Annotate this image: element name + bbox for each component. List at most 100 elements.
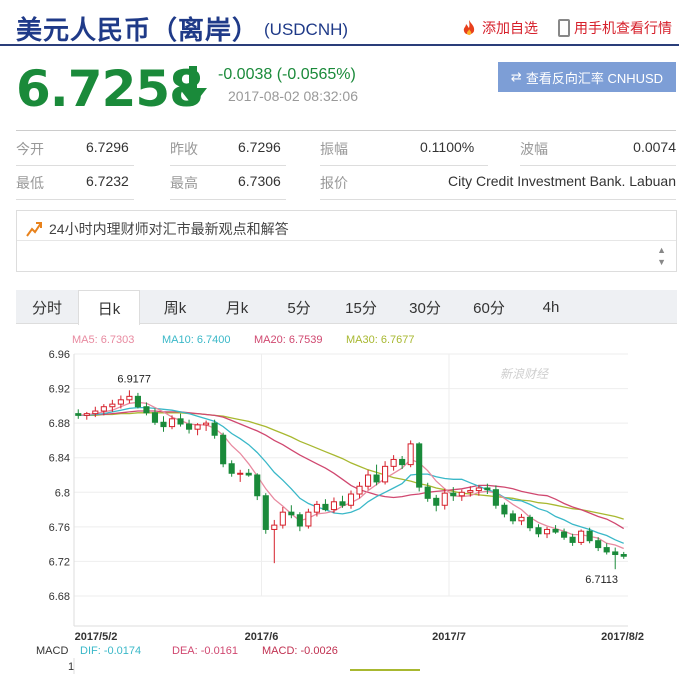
stat-value: 0.1100%: [420, 139, 475, 155]
tab-daily[interactable]: 日k: [78, 290, 140, 325]
candle-body: [569, 536, 576, 543]
candle-body: [390, 458, 397, 467]
candle-body: [484, 487, 491, 491]
add-favorite-button[interactable]: 添加自选: [460, 18, 538, 38]
y-tick-label: 6.76: [49, 522, 70, 534]
advisor-opinion-title: 24小时内理财师对汇市最新观点和解答: [49, 221, 289, 237]
mobile-view-button[interactable]: 用手机查看行情: [558, 18, 672, 38]
page-title: 美元人民币（离岸）: [16, 16, 260, 46]
tab-intraday[interactable]: 分时: [16, 290, 78, 324]
stat-label: 波幅: [520, 141, 548, 157]
candle-body: [416, 443, 423, 488]
quote-source: City Credit Investment Bank. Labuan: [447, 173, 676, 189]
macd-value: MACD: -0.0026: [262, 645, 338, 657]
stat-label: 最低: [16, 175, 44, 191]
candle-body: [458, 491, 465, 497]
tab-4h[interactable]: 4h: [520, 290, 582, 324]
stat-value: 6.7232: [86, 173, 129, 189]
high-annotation: 6.9177: [117, 373, 151, 385]
macd-title: MACD: [36, 645, 68, 657]
candle-body: [322, 503, 329, 511]
y-tick-label: 6.72: [49, 556, 70, 568]
watermark: 新浪财经: [500, 367, 550, 381]
candle-body: [151, 412, 159, 423]
tab-15min[interactable]: 15分: [330, 290, 392, 324]
legend-ma20: MA20: 6.7539: [254, 334, 323, 346]
stat-value: 6.7296: [238, 139, 281, 155]
price-change: -0.0038 (-0.0565%): [218, 66, 356, 83]
kline-chart-area[interactable]: MA5: 6.7303 MA10: 6.7400 MA20: 6.7539 MA30:…: [0, 326, 679, 674]
candle-body: [561, 531, 568, 538]
divider: [17, 240, 676, 241]
mobile-view-label: 用手机查看行情: [574, 20, 672, 36]
candle-body: [339, 501, 346, 506]
candle-body: [83, 413, 90, 416]
x-tick-label: 2017/8/2: [601, 631, 644, 643]
divider: [320, 199, 676, 200]
current-price: 6.7258: [16, 60, 204, 118]
price-section: 6.7258 -0.0038 (-0.0565%) 2017-08-02 08:…: [0, 48, 679, 118]
reverse-rate-button[interactable]: ⇄ 查看反向汇率 CNHUSD: [498, 62, 676, 92]
kline-chart[interactable]: MA5: 6.7303 MA10: 6.7400 MA20: 6.7539 MA30:…: [0, 326, 679, 674]
tab-60min[interactable]: 60分: [458, 290, 520, 324]
x-tick-label: 2017/7: [432, 631, 466, 643]
candle-body: [92, 410, 99, 415]
ma10-line: [78, 406, 624, 544]
phone-icon: [558, 19, 570, 37]
candle-body: [177, 418, 184, 425]
stat-value: 0.0074: [633, 139, 676, 155]
trend-icon: [26, 222, 42, 237]
candle-body: [211, 422, 218, 436]
candle-body: [424, 486, 431, 499]
candle-body: [467, 490, 474, 493]
tab-monthly[interactable]: 月k: [206, 290, 268, 324]
legend-ma30: MA30: 6.7677: [346, 334, 415, 346]
candle-body: [330, 501, 338, 511]
stat-value: 6.7296: [86, 139, 129, 155]
candle-body: [288, 511, 295, 516]
candle-body: [262, 495, 269, 530]
macd-dif: DIF: -0.0174: [80, 645, 141, 657]
legend-ma5: MA5: 6.7303: [72, 334, 134, 346]
swap-icon: ⇄: [510, 69, 522, 84]
candle-body: [450, 492, 457, 497]
divider: [16, 199, 134, 200]
candle-body: [526, 516, 534, 529]
advisor-opinion-header[interactable]: 24小时内理财师对汇市最新观点和解答: [25, 219, 289, 239]
candle-body: [109, 403, 116, 408]
y-tick-label: 6.88: [49, 418, 70, 430]
candle-body: [543, 528, 551, 535]
stat-label: 报价: [320, 175, 348, 191]
candle-body: [279, 511, 286, 526]
y-tick-label: 6.68: [49, 591, 70, 603]
scroll-up-icon[interactable]: ▲: [657, 245, 666, 255]
stats-row: 今开 6.7296 昨收 6.7296 振幅 0.1100% 波幅 0.0074: [16, 131, 676, 165]
tab-5min[interactable]: 5分: [268, 290, 330, 324]
candle-body: [117, 399, 124, 405]
candle-body: [475, 487, 482, 492]
candle-body: [356, 485, 363, 495]
candle-body: [518, 516, 525, 522]
candle-body: [509, 513, 516, 522]
stat-label: 昨收: [170, 141, 198, 157]
candle-body: [168, 418, 176, 428]
tab-30min[interactable]: 30分: [394, 290, 456, 324]
candle-body: [296, 514, 303, 527]
candle-body: [347, 493, 355, 506]
macd-axis-label: 1: [68, 661, 74, 673]
candle-body: [100, 406, 107, 412]
candle-body: [237, 472, 244, 475]
symbol-code: (USDCNH): [264, 20, 349, 39]
candle-body: [501, 504, 508, 515]
add-favorite-label: 添加自选: [482, 20, 538, 36]
candle-body: [194, 424, 201, 430]
tab-weekly[interactable]: 周k: [144, 290, 206, 324]
scroll-down-icon[interactable]: ▼: [657, 257, 666, 267]
divider: [170, 199, 286, 200]
candle-body: [126, 395, 133, 401]
ma20-line: [78, 410, 625, 530]
candle-body: [271, 524, 278, 530]
candle-body: [586, 530, 593, 542]
candle-body: [143, 406, 150, 414]
candle-body: [305, 511, 312, 527]
